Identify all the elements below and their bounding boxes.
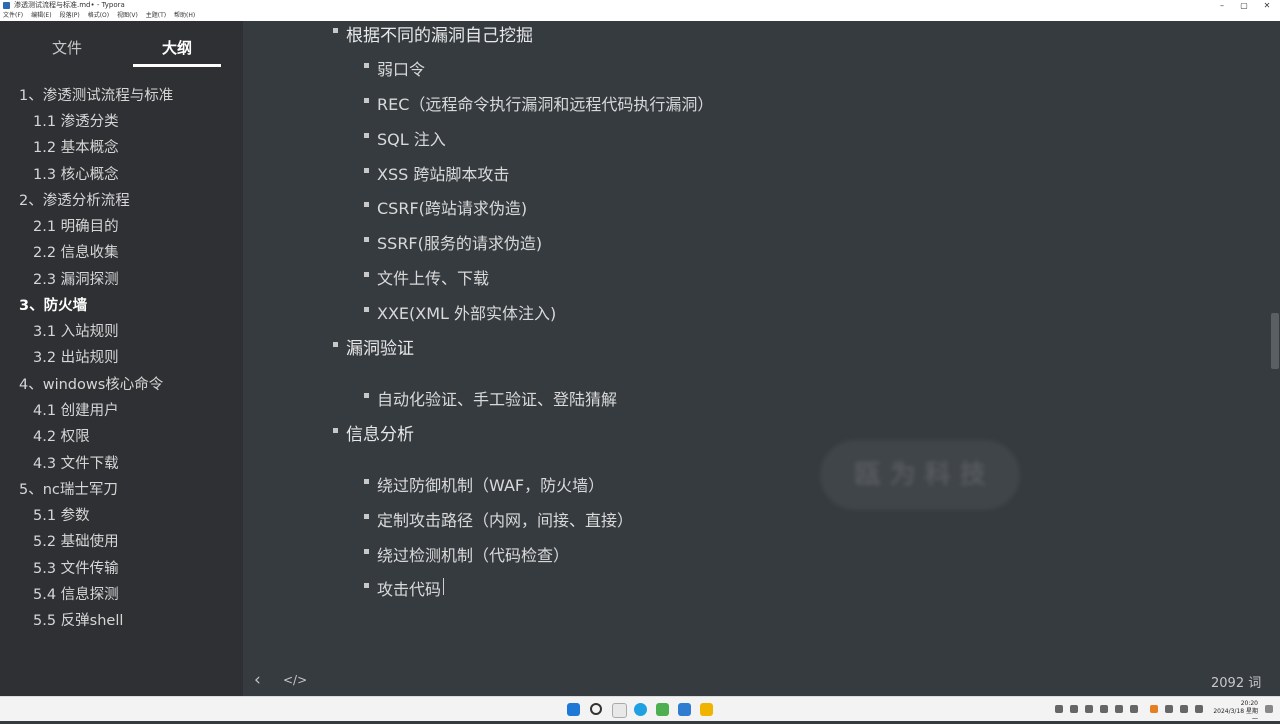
minimize-button[interactable]: – <box>1211 0 1233 11</box>
app-icon[interactable] <box>656 703 669 716</box>
list-item[interactable]: 漏洞验证 <box>346 334 414 359</box>
menu-format[interactable]: 格式(O) <box>88 12 109 19</box>
list-item[interactable]: 弱口令 <box>377 56 425 80</box>
sidebar: 文件 大纲 1、渗透测试流程与标准 1.1 渗透分类 1.2 基本概念 1.3 … <box>0 21 243 696</box>
list-item[interactable]: 文件上传、下载 <box>377 265 489 289</box>
outline-item[interactable]: 1.3 核心概念 <box>33 163 119 184</box>
list-item[interactable]: XXE(XML 外部实体注入) <box>377 300 556 324</box>
editor-area[interactable]: 根据不同的漏洞自己挖掘 弱口令 REC（远程命令执行漏洞和远程代码执行漏洞） S… <box>243 21 1280 696</box>
outline-item[interactable]: 3.2 出站规则 <box>33 346 119 367</box>
outline-item[interactable]: 4.2 权限 <box>33 425 90 446</box>
active-tab-indicator <box>133 64 221 67</box>
bullet-icon <box>364 63 369 68</box>
word-count[interactable]: 2092 词 <box>1211 672 1261 691</box>
outline-item[interactable]: 2.3 漏洞探测 <box>33 268 119 289</box>
list-item[interactable]: 攻击代码 <box>377 576 441 600</box>
text-cursor <box>443 578 444 595</box>
bullet-icon <box>364 168 369 173</box>
bullet-icon <box>364 98 369 103</box>
clock-date: 2024/3/18 星期一 <box>1213 708 1258 723</box>
list-item[interactable]: SQL 注入 <box>377 126 446 150</box>
list-item[interactable]: XSS 跨站脚本攻击 <box>377 161 509 185</box>
menu-theme[interactable]: 主题(T) <box>146 12 166 19</box>
outline-item[interactable]: 5.3 文件传输 <box>33 557 119 578</box>
outline-item[interactable]: 5.2 基础使用 <box>33 530 119 551</box>
tab-outline[interactable]: 大纲 <box>162 37 192 58</box>
close-button[interactable]: ✕ <box>1256 0 1278 11</box>
clock-time: 20:20 <box>1240 700 1258 707</box>
bullet-icon <box>333 28 338 33</box>
bullet-icon <box>364 583 369 588</box>
edge-browser-icon[interactable] <box>634 703 647 716</box>
tray-icon[interactable] <box>1085 705 1093 713</box>
list-item[interactable]: 绕过检测机制（代码检查） <box>377 542 569 566</box>
bullet-icon <box>364 479 369 484</box>
outline-item[interactable]: 5.5 反弹shell <box>33 609 123 630</box>
list-item[interactable]: REC（远程命令执行漏洞和远程代码执行漏洞） <box>377 91 713 115</box>
outline-item[interactable]: 4.3 文件下载 <box>33 452 119 473</box>
bullet-icon <box>364 133 369 138</box>
tray-icon[interactable] <box>1150 705 1158 713</box>
menu-edit[interactable]: 编辑(E) <box>31 12 51 19</box>
app-icon[interactable] <box>678 703 691 716</box>
window-title: 渗透测试流程与标准.md• - Typora <box>14 1 125 9</box>
bullet-icon <box>333 428 338 433</box>
chevron-up-icon[interactable] <box>1055 705 1063 713</box>
list-item[interactable]: 定制攻击路径（内网，间接、直接） <box>377 507 633 531</box>
windows-start-icon[interactable] <box>567 703 580 716</box>
watermark-logo: 瓯 为 科 技 <box>820 440 1020 510</box>
menu-view[interactable]: 视图(V) <box>117 12 138 19</box>
menu-file[interactable]: 文件(F) <box>3 12 23 19</box>
tray-icon[interactable] <box>1070 705 1078 713</box>
tab-files[interactable]: 文件 <box>52 37 82 58</box>
volume-icon[interactable] <box>1180 705 1188 713</box>
outline-item[interactable]: 2、渗透分析流程 <box>19 189 130 210</box>
list-item[interactable]: CSRF(跨站请求伪造) <box>377 195 527 219</box>
taskbar: 20:20 2024/3/18 星期一 <box>0 696 1280 724</box>
outline-item[interactable]: 5、nc瑞士军刀 <box>19 478 118 499</box>
typora-taskbar-icon[interactable] <box>612 703 627 718</box>
sidebar-toggle-icon[interactable]: ‹ <box>254 670 261 690</box>
battery-icon[interactable] <box>1195 705 1203 713</box>
notification-icon[interactable] <box>1265 705 1273 713</box>
bullet-icon <box>364 307 369 312</box>
bullet-icon <box>364 514 369 519</box>
bullet-icon <box>364 272 369 277</box>
tray-icon[interactable] <box>1115 705 1123 713</box>
bullet-icon <box>333 342 338 347</box>
bullet-icon <box>364 237 369 242</box>
maximize-button[interactable]: ▢ <box>1233 0 1255 11</box>
network-icon[interactable] <box>1165 705 1173 713</box>
outline-item[interactable]: 4.1 创建用户 <box>33 399 119 420</box>
tray-icon[interactable] <box>1100 705 1108 713</box>
list-item[interactable]: 绕过防御机制（WAF，防火墙） <box>377 472 604 496</box>
list-item[interactable]: 自动化验证、手工验证、登陆猜解 <box>377 386 617 410</box>
outline-item[interactable]: 1.2 基本概念 <box>33 136 119 157</box>
typora-app-icon <box>3 2 10 9</box>
outline-item[interactable]: 4、windows核心命令 <box>19 373 163 394</box>
outline-item[interactable]: 3.1 入站规则 <box>33 320 119 341</box>
file-explorer-icon[interactable] <box>700 703 713 716</box>
outline-item[interactable]: 5.1 参数 <box>33 504 90 525</box>
outline-item[interactable]: 1、渗透测试流程与标准 <box>19 84 173 105</box>
bullet-icon <box>364 549 369 554</box>
bullet-icon <box>364 393 369 398</box>
outline-item[interactable]: 2.1 明确目的 <box>33 215 119 236</box>
clock[interactable]: 20:20 2024/3/18 星期一 <box>1208 700 1258 724</box>
tray-icon[interactable] <box>1130 705 1138 713</box>
list-item[interactable]: 信息分析 <box>346 420 414 445</box>
list-item[interactable]: 根据不同的漏洞自己挖掘 <box>346 21 533 46</box>
outline-item[interactable]: 2.2 信息收集 <box>33 241 119 262</box>
menu-help[interactable]: 帮助(H) <box>174 12 195 19</box>
search-icon[interactable] <box>590 703 602 715</box>
outline-item[interactable]: 1.1 渗透分类 <box>33 110 119 131</box>
title-bar: 渗透测试流程与标准.md• - Typora – ▢ ✕ <box>0 0 1280 11</box>
source-mode-icon[interactable]: </> <box>283 673 307 687</box>
outline-item[interactable]: 5.4 信息探测 <box>33 583 119 604</box>
outline-item-active[interactable]: 3、防火墙 <box>19 294 87 315</box>
vertical-scrollbar[interactable] <box>1271 313 1279 369</box>
menu-paragraph[interactable]: 段落(P) <box>59 12 79 19</box>
bullet-icon <box>364 202 369 207</box>
list-item[interactable]: SSRF(服务的请求伪造) <box>377 230 542 254</box>
